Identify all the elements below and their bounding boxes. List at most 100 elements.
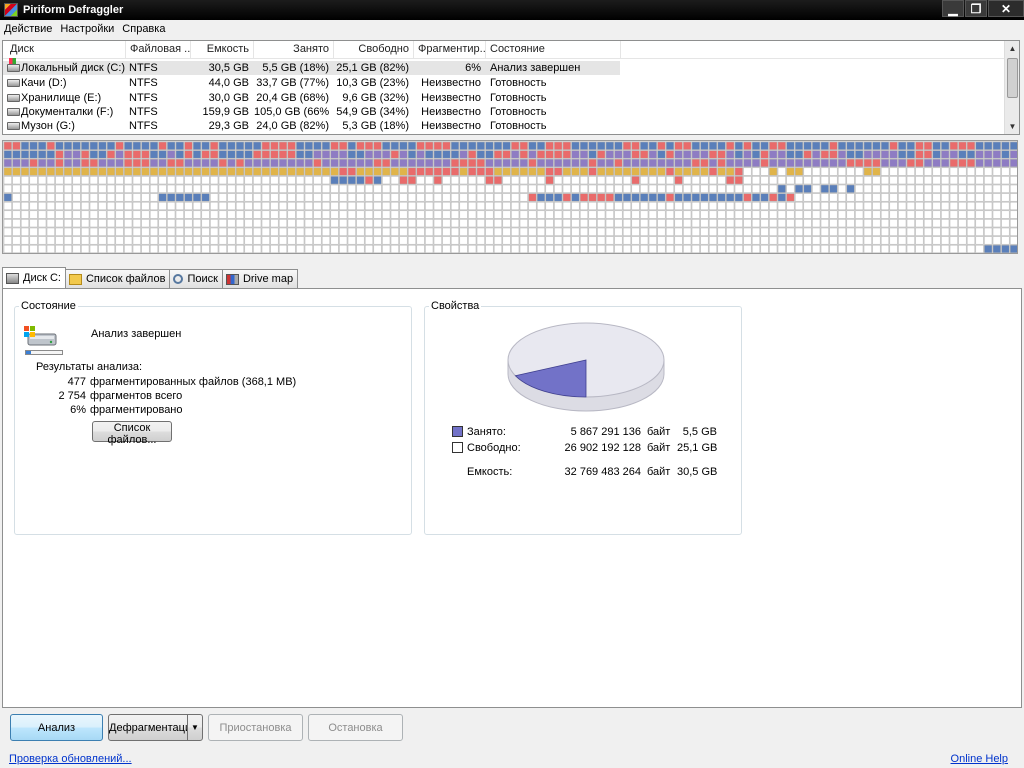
cluster-block: [63, 141, 73, 150]
cluster-block: [786, 158, 795, 168]
cluster-block: [382, 150, 391, 159]
cluster-block: [244, 219, 253, 228]
analysis-progress-fill: [26, 351, 32, 354]
cluster-block: [683, 219, 692, 228]
minimize-icon[interactable]: ▁: [942, 0, 964, 17]
cluster-block: [339, 167, 348, 176]
cluster-block: [201, 167, 210, 176]
cluster-block: [579, 141, 589, 150]
cluster-block: [399, 176, 408, 185]
file-list-button[interactable]: Список файлов...: [92, 421, 172, 446]
drive-list-scrollbar[interactable]: ▲ ▼: [1004, 41, 1019, 134]
tab-drive-c[interactable]: Диск C:: [2, 267, 66, 288]
cluster-block: [270, 193, 279, 202]
cluster-block: [296, 158, 305, 168]
online-help-link[interactable]: Online Help: [951, 753, 1008, 765]
cluster-block: [124, 176, 133, 185]
cluster-block: [820, 210, 829, 219]
drive-row-e[interactable]: Хранилище (E:) NTFS 30,0 GB 20,4 GB (68%…: [3, 91, 1006, 105]
defragment-dropdown-button[interactable]: ▼: [187, 714, 203, 741]
cluster-block: [81, 227, 90, 236]
cluster-block: [38, 176, 47, 185]
cluster-block: [184, 219, 193, 228]
cluster-block: [373, 150, 382, 159]
cluster-block: [708, 219, 718, 228]
cluster-block: [468, 227, 477, 236]
stop-button[interactable]: Остановка: [308, 714, 403, 741]
cluster-block: [760, 193, 769, 202]
drive-row-d[interactable]: Качи (D:) NTFS 44,0 GB 33,7 GB (77%) 10,…: [3, 76, 1006, 90]
cluster-block: [192, 236, 202, 245]
cluster-block: [201, 201, 210, 211]
cluster-block: [175, 158, 184, 168]
cluster-block: [304, 227, 313, 236]
cluster-block: [98, 158, 107, 168]
cluster-block: [640, 210, 649, 219]
maximize-icon[interactable]: ❐: [965, 0, 987, 17]
check-updates-link[interactable]: Проверка обновлений...: [9, 753, 132, 765]
cluster-block: [846, 167, 855, 176]
column-header-used[interactable]: Занято: [254, 41, 334, 59]
cluster-block: [812, 201, 821, 211]
cluster-block: [210, 227, 219, 236]
cluster-block: [786, 244, 795, 253]
drive-row-g[interactable]: Музон (G:) NTFS 29,3 GB 24,0 GB (82%) 5,…: [3, 119, 1006, 133]
tab-drive-map[interactable]: Drive map: [221, 269, 299, 288]
menu-help[interactable]: Справка: [118, 23, 169, 35]
column-header-capacity[interactable]: Емкость: [191, 41, 254, 59]
free-unit: байт: [647, 442, 671, 454]
cluster-block: [562, 167, 571, 176]
cluster-block: [786, 176, 795, 185]
column-header-free[interactable]: Свободно: [334, 41, 414, 59]
menu-settings[interactable]: Настройки: [56, 23, 118, 35]
cluster-block: [20, 150, 30, 159]
cluster-block: [915, 193, 924, 202]
cluster-block: [46, 236, 55, 245]
cluster-block: [270, 167, 279, 176]
cluster-block: [433, 150, 442, 159]
drive-row-c[interactable]: Локальный диск (C:) NTFS 30,5 GB 5,5 GB …: [3, 58, 1006, 75]
drive-used: 105,0 GB (66%): [254, 106, 329, 118]
cluster-block: [958, 210, 967, 219]
cluster-block: [493, 167, 503, 176]
defragment-button[interactable]: Дефрагментация: [108, 714, 197, 741]
scroll-thumb[interactable]: [1007, 58, 1018, 98]
cluster-block: [872, 141, 881, 150]
scroll-down-icon[interactable]: ▼: [1005, 119, 1020, 134]
cluster-block: [63, 193, 73, 202]
cluster-block: [382, 227, 391, 236]
pause-button[interactable]: Приостановка: [208, 714, 303, 741]
cluster-block: [691, 167, 700, 176]
column-header-fragmentation[interactable]: Фрагментир...: [414, 41, 486, 59]
cluster-block: [38, 167, 47, 176]
cluster-block: [872, 167, 881, 176]
column-header-status[interactable]: Состояние: [486, 41, 621, 59]
cluster-block: [803, 244, 812, 253]
column-header-filesystem[interactable]: Файловая ...: [126, 41, 191, 59]
close-icon[interactable]: ✕: [988, 0, 1024, 17]
column-header-empty: [621, 41, 1006, 59]
cluster-block: [261, 236, 270, 245]
cluster-block: [648, 158, 657, 168]
cluster-block: [966, 210, 976, 219]
cluster-block: [691, 227, 700, 236]
drive-row-f[interactable]: Документалки (F:) NTFS 159,9 GB 105,0 GB…: [3, 105, 1006, 119]
scroll-up-icon[interactable]: ▲: [1005, 41, 1020, 56]
tab-file-list[interactable]: Список файлов: [64, 269, 171, 288]
cluster-block: [906, 227, 915, 236]
tab-search[interactable]: Поиск: [169, 269, 223, 288]
cluster-block: [192, 176, 202, 185]
cluster-block: [511, 141, 520, 150]
cluster-block: [889, 210, 898, 219]
cluster-block: [12, 201, 21, 211]
column-header-disk[interactable]: Диск: [3, 41, 126, 59]
cluster-block: [63, 150, 73, 159]
cluster-block: [794, 201, 804, 211]
cluster-block: [640, 244, 649, 253]
cluster-block: [89, 150, 98, 159]
cluster-block: [227, 227, 236, 236]
cluster-block: [571, 210, 580, 219]
menu-action[interactable]: Действие: [0, 23, 56, 35]
cluster-block: [287, 210, 296, 219]
analyze-button[interactable]: Анализ: [10, 714, 103, 741]
